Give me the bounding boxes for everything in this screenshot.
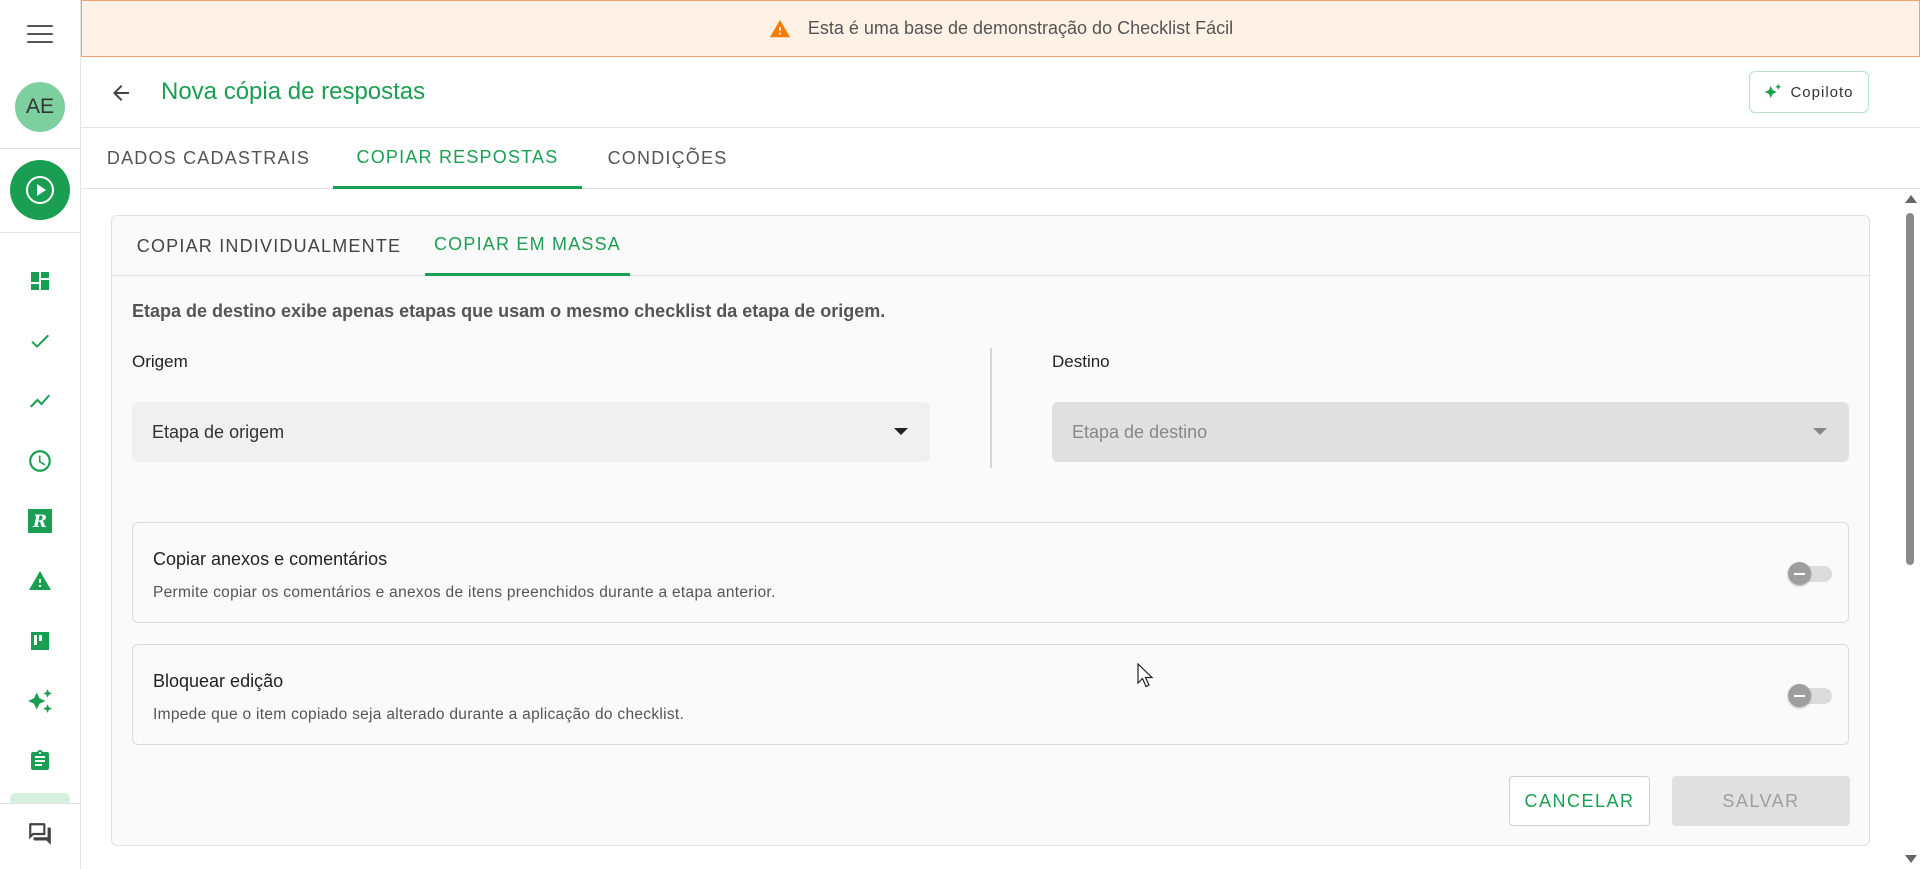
scroll-down-icon[interactable] [1905,855,1917,863]
option-title: Bloquear edição [153,671,284,691]
scroll-thumb[interactable] [1906,213,1914,565]
option-block-editing: Bloquear edição Impede que o item copiad… [132,644,1849,745]
destination-select[interactable]: Etapa de destino [1052,402,1849,462]
r-logo-icon[interactable]: R [26,507,54,535]
option-description: Permite copiar os comentários e anexos d… [153,584,776,601]
page-header: Nova cópia de respostas Copiloto [81,57,1920,128]
destination-placeholder: Etapa de destino [1072,421,1208,442]
scrollbar[interactable] [1900,189,1920,869]
banner-text: Esta é uma base de demonstração do Check… [807,18,1234,38]
vertical-divider [990,348,992,468]
sidebar: AE R [0,0,81,869]
arrow-left-icon [113,85,129,101]
avatar[interactable]: AE [15,82,65,132]
main-tabs: DADOS CADASTRAIS COPIAR RESPOSTAS CONDIÇ… [81,128,1920,189]
play-button[interactable] [10,160,70,220]
sidebar-divider [0,803,81,804]
dashboard-icon[interactable] [26,267,54,295]
save-button[interactable]: SALVAR [1672,776,1850,826]
copy-attachments-toggle[interactable] [1788,561,1832,585]
destination-label: Destino [1052,352,1110,371]
scroll-up-icon[interactable] [1905,195,1917,203]
sidebar-divider [0,232,81,233]
origin-select[interactable]: Etapa de origem [132,402,930,462]
copy-card: COPIAR INDIVIDUALMENTE COPIAR EM MASSA E… [111,215,1870,846]
sparkle-icon[interactable] [26,687,54,715]
analytics-icon[interactable] [26,387,54,415]
kanban-icon[interactable] [26,627,54,655]
copiloto-label: Copiloto [1790,83,1854,101]
cursor-icon [1137,663,1154,688]
clock-icon[interactable] [26,447,54,475]
back-button[interactable] [107,79,135,107]
toggle-knob [1788,684,1811,707]
demo-banner: Esta é uma base de demonstração do Check… [81,0,1920,57]
block-editing-toggle[interactable] [1788,683,1832,707]
menu-icon[interactable] [27,25,53,45]
tab-copiar-em-massa[interactable]: COPIAR EM MASSA [425,216,630,276]
warning-icon [769,19,790,37]
cancel-button[interactable]: CANCELAR [1509,776,1650,826]
tab-copiar-respostas[interactable]: COPIAR RESPOSTAS [333,128,582,189]
alert-triangle-icon[interactable] [26,567,54,595]
sub-tabs: COPIAR INDIVIDUALMENTE COPIAR EM MASSA [112,216,1869,276]
page-title: Nova cópia de respostas [161,78,426,105]
play-icon [26,176,54,204]
info-text: Etapa de destino exibe apenas etapas que… [132,301,886,321]
sidebar-active-indicator [10,793,70,803]
chevron-down-icon [1813,428,1827,435]
tab-condicoes[interactable]: CONDIÇÕES [582,128,753,189]
copiloto-button[interactable]: Copiloto [1749,71,1869,113]
tab-dados-cadastrais[interactable]: DADOS CADASTRAIS [81,128,336,189]
clipboard-icon[interactable] [26,747,54,775]
sparkle-icon [1765,83,1782,98]
origin-label: Origem [132,352,188,371]
sidebar-divider [0,148,81,149]
origin-placeholder: Etapa de origem [152,421,285,442]
option-title: Copiar anexos e comentários [153,549,388,569]
chat-icon[interactable] [26,820,54,848]
tab-copiar-individualmente[interactable]: COPIAR INDIVIDUALMENTE [112,216,426,276]
check-icon[interactable] [26,327,54,355]
chevron-down-icon [894,428,908,435]
option-description: Impede que o item copiado seja alterado … [153,706,685,723]
toggle-knob [1788,562,1811,585]
option-copy-attachments: Copiar anexos e comentários Permite copi… [132,522,1849,623]
svg-text:R: R [32,512,47,532]
content-area: COPIAR INDIVIDUALMENTE COPIAR EM MASSA E… [81,189,1900,869]
